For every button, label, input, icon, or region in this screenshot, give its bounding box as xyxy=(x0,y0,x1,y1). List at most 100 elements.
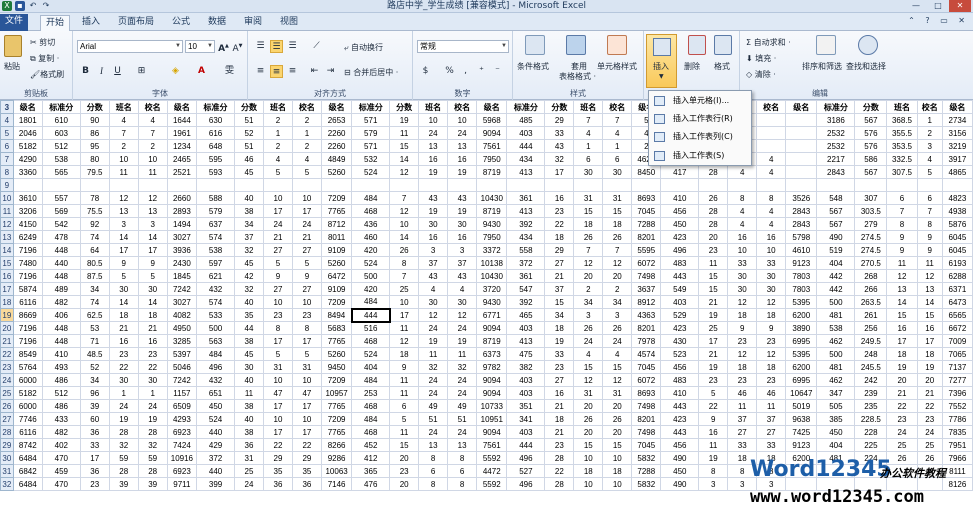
cell[interactable]: 15 xyxy=(389,139,420,153)
cell-styles-icon[interactable] xyxy=(607,35,627,55)
cell[interactable]: 37 xyxy=(418,256,449,270)
cell[interactable]: 19 xyxy=(447,334,478,348)
cell[interactable]: 11 xyxy=(389,425,420,439)
cell[interactable]: 651 xyxy=(196,386,235,400)
cell[interactable]: 15 xyxy=(389,438,420,452)
cell[interactable] xyxy=(108,178,139,192)
row-header[interactable]: 18 xyxy=(0,295,14,309)
cell[interactable]: 5 xyxy=(389,412,420,426)
cell[interactable]: 423 xyxy=(660,230,700,244)
cell[interactable]: 9 xyxy=(727,321,758,335)
cell[interactable]: 7196 xyxy=(12,321,43,335)
cell[interactable]: 32 xyxy=(544,152,575,166)
cell[interactable] xyxy=(756,113,787,127)
cell[interactable]: 385 xyxy=(816,412,856,426)
cell[interactable]: 18 xyxy=(137,308,168,322)
cell[interactable]: 17 xyxy=(886,334,918,348)
cell[interactable]: 423 xyxy=(660,321,700,335)
cell[interactable]: 8 xyxy=(262,321,293,335)
cell[interactable]: 20 xyxy=(886,373,918,387)
cell[interactable]: 2660 xyxy=(166,191,198,205)
cell[interactable]: 361 xyxy=(506,269,546,283)
cell[interactable]: 92 xyxy=(79,217,110,231)
cell[interactable]: 28 xyxy=(108,464,139,478)
cell[interactable]: 80.5 xyxy=(79,256,110,270)
cell[interactable]: 7045 xyxy=(631,204,662,218)
cell[interactable]: 23 xyxy=(756,373,787,387)
cell[interactable]: 610 xyxy=(41,113,81,127)
cell[interactable]: 399 xyxy=(196,477,235,491)
cell[interactable]: 31 xyxy=(262,360,293,374)
cell[interactable]: 34 xyxy=(573,295,604,309)
cell[interactable]: 22 xyxy=(916,399,943,413)
cell[interactable]: 2521 xyxy=(166,165,198,179)
cell[interactable]: 34 xyxy=(79,373,110,387)
cell[interactable] xyxy=(785,165,818,179)
cell[interactable]: 14 xyxy=(108,230,139,244)
cell[interactable]: 27 xyxy=(756,425,787,439)
cell[interactable]: 481 xyxy=(816,360,856,374)
cell[interactable]: 7196 xyxy=(12,269,43,283)
cell[interactable]: 19 xyxy=(698,360,729,374)
cell[interactable]: 23 xyxy=(108,347,139,361)
number-format-select[interactable]: 常规 ▼ xyxy=(417,40,509,53)
cell[interactable]: 25 xyxy=(389,282,420,296)
cell[interactable]: 8693 xyxy=(631,386,662,400)
wrap-text-button[interactable]: ⤶ 自动换行 xyxy=(344,42,383,53)
cell[interactable] xyxy=(234,178,264,192)
cell[interactable]: 406 xyxy=(41,308,81,322)
cell[interactable]: 28 xyxy=(698,217,729,231)
cell[interactable]: 332.5 xyxy=(886,152,918,166)
cell[interactable]: 32 xyxy=(137,438,168,452)
cell[interactable]: 6473 xyxy=(941,295,973,309)
border-icon[interactable]: ⊞ xyxy=(135,65,148,78)
cell[interactable]: 448 xyxy=(41,243,81,257)
menu-insert-sheet-rows[interactable]: 插入工作表行(R) xyxy=(649,111,751,127)
cell[interactable]: 4 xyxy=(262,152,293,166)
cell[interactable]: 19 xyxy=(108,412,139,426)
cell[interactable]: 13 xyxy=(916,282,943,296)
column-header-cell[interactable]: 级名 xyxy=(476,100,508,114)
cell[interactable]: 30 xyxy=(727,282,758,296)
cell[interactable]: 26 xyxy=(573,412,604,426)
cell[interactable]: 7045 xyxy=(631,360,662,374)
cell[interactable]: 46 xyxy=(727,386,758,400)
cell[interactable]: 21 xyxy=(698,347,729,361)
cell[interactable]: 7498 xyxy=(631,425,662,439)
cell[interactable]: 475 xyxy=(506,347,546,361)
cell[interactable]: 7978 xyxy=(631,334,662,348)
cell[interactable]: 484 xyxy=(351,295,391,309)
cell[interactable]: 15 xyxy=(573,204,604,218)
cell[interactable]: 22 xyxy=(137,360,168,374)
cell[interactable]: 496 xyxy=(660,243,700,257)
cell[interactable]: 7765 xyxy=(320,204,353,218)
cell[interactable]: 6072 xyxy=(631,256,662,270)
column-header-cell[interactable]: 标准分 xyxy=(506,100,546,114)
cell[interactable]: 20 xyxy=(916,373,943,387)
cell[interactable]: 5595 xyxy=(631,243,662,257)
cell[interactable]: 307.5 xyxy=(886,165,918,179)
cell[interactable]: 5 xyxy=(291,165,322,179)
cell[interactable]: 29 xyxy=(291,451,322,465)
cell[interactable]: 7277 xyxy=(941,373,973,387)
column-header-cell[interactable]: 分数 xyxy=(389,100,420,114)
cell[interactable] xyxy=(476,178,508,192)
delete-cells-icon[interactable] xyxy=(688,35,706,55)
cell[interactable]: 18 xyxy=(108,308,139,322)
cell[interactable]: 420 xyxy=(351,243,391,257)
column-header-cell[interactable]: 分数 xyxy=(234,100,264,114)
cell[interactable]: 10 xyxy=(291,412,322,426)
cell[interactable]: 42 xyxy=(234,269,264,283)
cell[interactable]: 7 xyxy=(886,204,918,218)
cell[interactable]: 448 xyxy=(41,269,81,283)
cell[interactable]: 579 xyxy=(351,126,391,140)
cell[interactable]: 25 xyxy=(234,464,264,478)
cell[interactable]: 18 xyxy=(727,360,758,374)
cell[interactable]: 18 xyxy=(916,347,943,361)
cell[interactable]: 228 xyxy=(854,425,888,439)
cell[interactable]: 7209 xyxy=(320,295,353,309)
cell[interactable] xyxy=(262,178,293,192)
cell[interactable]: 489 xyxy=(41,282,81,296)
cell[interactable]: 484 xyxy=(351,191,391,205)
cell[interactable]: 18 xyxy=(544,412,575,426)
